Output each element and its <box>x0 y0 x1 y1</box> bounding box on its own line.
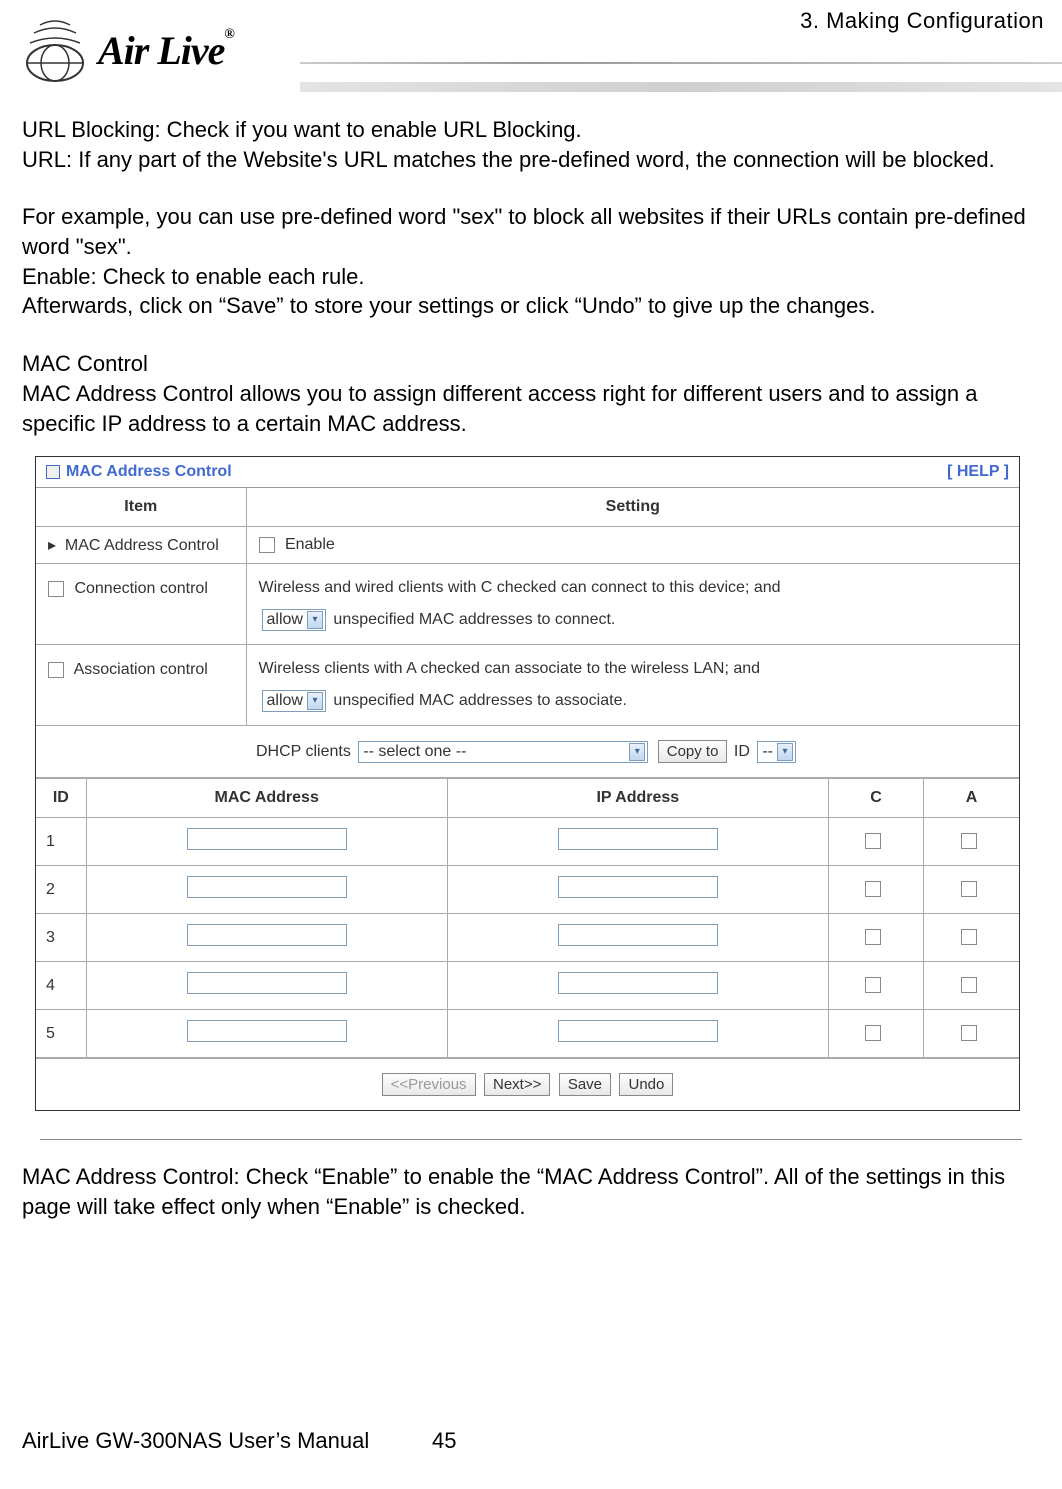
c-checkbox[interactable] <box>865 929 881 945</box>
row-dhcp-clients: DHCP clients -- select one --▾ Copy to I… <box>36 726 1019 778</box>
panel-title-left: MAC Address Control <box>46 463 232 481</box>
connection-select[interactable]: allow▾ <box>262 609 326 631</box>
brand-text: Air Live® <box>98 27 234 74</box>
th-item: Item <box>36 488 246 527</box>
save-button[interactable]: Save <box>559 1073 611 1096</box>
footer-page-number: 45 <box>432 1428 456 1454</box>
c-checkbox[interactable] <box>865 881 881 897</box>
row-association-control: Association control Wireless clients wit… <box>36 645 1019 726</box>
paragraph: Enable: Check to enable each rule. <box>22 262 1040 292</box>
a-checkbox[interactable] <box>961 1025 977 1041</box>
header-divider <box>300 62 1062 64</box>
mac-input[interactable] <box>187 924 347 946</box>
row-label: Connection control <box>74 580 207 597</box>
next-button[interactable]: Next>> <box>484 1073 550 1096</box>
table-row: 4 <box>36 962 1019 1010</box>
dhcp-id-select[interactable]: --▾ <box>757 741 796 763</box>
chevron-down-icon: ▾ <box>777 743 793 761</box>
c-checkbox[interactable] <box>865 1025 881 1041</box>
mac-input[interactable] <box>187 1020 347 1042</box>
panel-title-text: MAC Address Control <box>66 463 232 481</box>
footer-manual: AirLive GW-300NAS User’s Manual <box>22 1428 432 1454</box>
ip-input[interactable] <box>558 924 718 946</box>
th-a: A <box>924 779 1019 818</box>
header-divider-thick <box>300 82 1062 92</box>
nav-buttons: <<Previous Next>> Save Undo <box>36 1058 1019 1110</box>
th-c: C <box>828 779 923 818</box>
ip-input[interactable] <box>558 972 718 994</box>
row-text: unspecified MAC addresses to connect. <box>333 611 615 628</box>
paragraph: URL: If any part of the Website's URL ma… <box>22 145 1040 175</box>
panel-icon <box>46 465 60 479</box>
dhcp-id-label: ID <box>734 743 750 760</box>
ip-input[interactable] <box>558 876 718 898</box>
mac-input[interactable] <box>187 972 347 994</box>
mac-entry-table: ID MAC Address IP Address C A 1 2 3 4 5 <box>36 778 1019 1058</box>
paragraph: Afterwards, click on “Save” to store you… <box>22 291 1040 321</box>
table-row: 2 <box>36 866 1019 914</box>
row-connection-control: Connection control Wireless and wired cl… <box>36 564 1019 645</box>
row-text: Wireless and wired clients with C checke… <box>259 579 781 596</box>
section-heading: MAC Control <box>22 349 1040 379</box>
connection-checkbox[interactable] <box>48 581 64 597</box>
th-setting: Setting <box>246 488 1019 527</box>
row-mac-address-control: ▸ MAC Address Control Enable <box>36 527 1019 564</box>
ip-input[interactable] <box>558 1020 718 1042</box>
panel-titlebar: MAC Address Control [ HELP ] <box>36 457 1019 488</box>
a-checkbox[interactable] <box>961 929 977 945</box>
dhcp-label: DHCP clients <box>256 743 351 760</box>
row-label: Association control <box>74 661 208 678</box>
row-text: unspecified MAC addresses to associate. <box>333 692 626 709</box>
brand-logo: Air Live® <box>20 15 234 85</box>
after-content: MAC Address Control: Check “Enable” to e… <box>0 1140 1062 1221</box>
paragraph: MAC Address Control allows you to assign… <box>22 379 1040 438</box>
chapter-title: 3. Making Configuration <box>800 8 1044 34</box>
chevron-down-icon: ▾ <box>307 611 323 629</box>
th-id: ID <box>36 779 86 818</box>
paragraph: MAC Address Control: Check “Enable” to e… <box>22 1162 1040 1221</box>
logo-globe-icon <box>20 15 90 85</box>
a-checkbox[interactable] <box>961 833 977 849</box>
settings-table: Item Setting ▸ MAC Address Control Enabl… <box>36 488 1019 778</box>
c-checkbox[interactable] <box>865 833 881 849</box>
a-checkbox[interactable] <box>961 977 977 993</box>
body-content: URL Blocking: Check if you want to enabl… <box>0 100 1062 438</box>
ip-input[interactable] <box>558 828 718 850</box>
dhcp-select[interactable]: -- select one --▾ <box>358 741 648 763</box>
enable-checkbox[interactable] <box>259 537 275 553</box>
enable-label: Enable <box>285 536 335 553</box>
th-ip: IP Address <box>447 779 828 818</box>
table-row: 3 <box>36 914 1019 962</box>
c-checkbox[interactable] <box>865 977 881 993</box>
chevron-down-icon: ▾ <box>629 743 645 761</box>
association-select[interactable]: allow▾ <box>262 690 326 712</box>
association-checkbox[interactable] <box>48 662 64 678</box>
undo-button[interactable]: Undo <box>619 1073 673 1096</box>
row-label: MAC Address Control <box>65 537 219 554</box>
chevron-down-icon: ▾ <box>307 692 323 710</box>
paragraph: URL Blocking: Check if you want to enabl… <box>22 115 1040 145</box>
page-header: 3. Making Configuration Air Live® <box>0 0 1062 100</box>
mac-input[interactable] <box>187 876 347 898</box>
page-footer: AirLive GW-300NAS User’s Manual 45 <box>22 1428 1022 1454</box>
row-text: Wireless clients with A checked can asso… <box>259 660 761 677</box>
copy-to-button[interactable]: Copy to <box>658 740 728 763</box>
th-mac: MAC Address <box>86 779 447 818</box>
a-checkbox[interactable] <box>961 881 977 897</box>
mac-control-panel: MAC Address Control [ HELP ] Item Settin… <box>35 456 1020 1111</box>
help-link[interactable]: [ HELP ] <box>947 463 1009 481</box>
previous-button[interactable]: <<Previous <box>382 1073 476 1096</box>
table-row: 5 <box>36 1010 1019 1058</box>
mac-input[interactable] <box>187 828 347 850</box>
paragraph: For example, you can use pre-defined wor… <box>22 202 1040 261</box>
table-row: 1 <box>36 818 1019 866</box>
